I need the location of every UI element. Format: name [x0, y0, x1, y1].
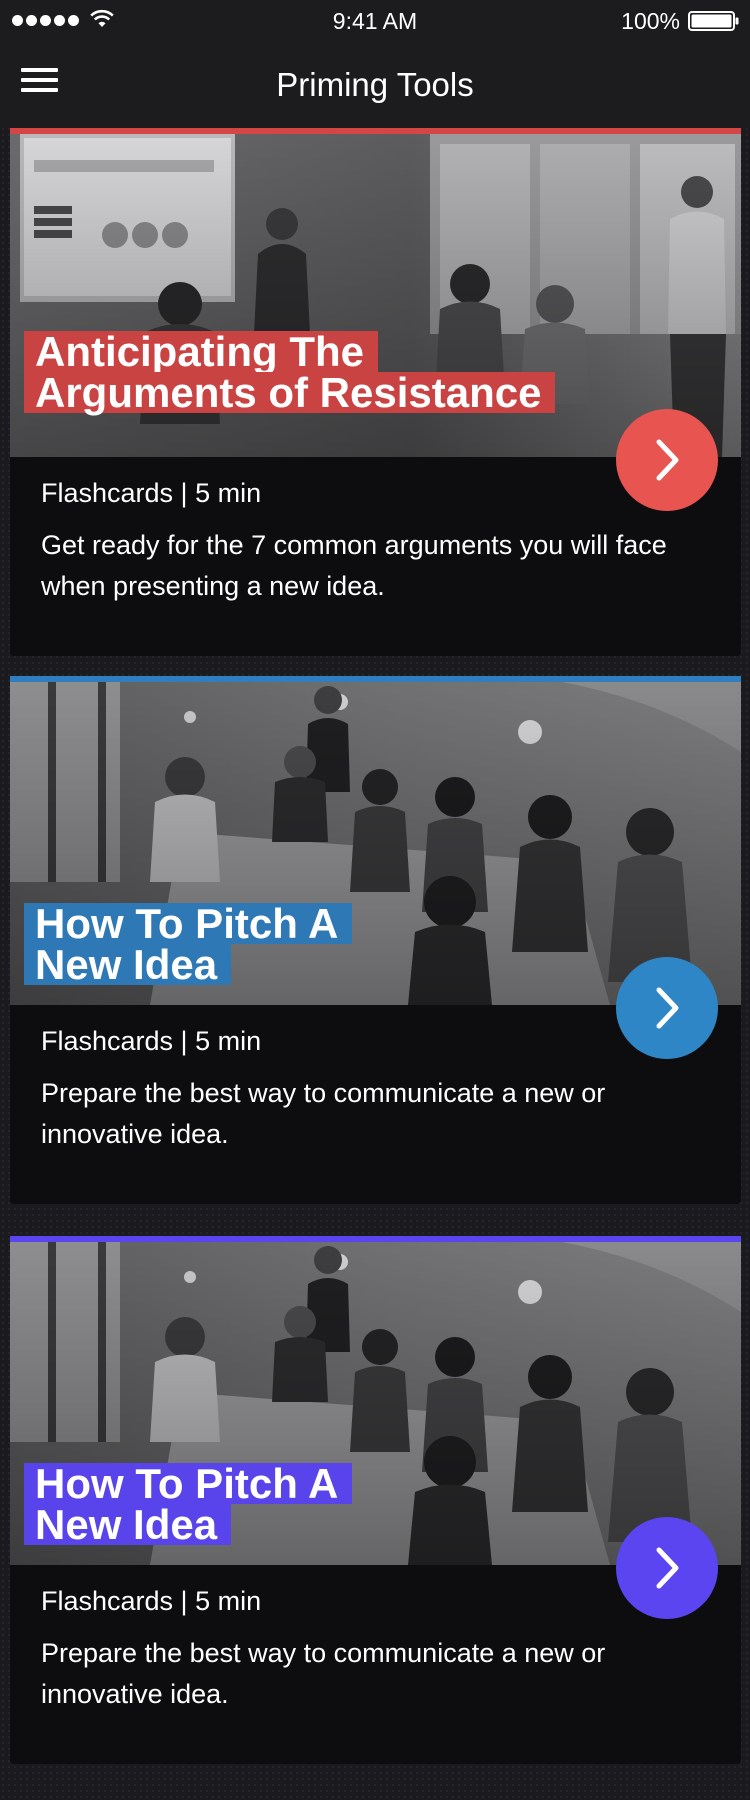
card-title: How To Pitch A New Idea — [24, 903, 353, 986]
chevron-right-icon — [656, 439, 679, 481]
card-title-line2: Arguments of Resistance — [24, 372, 556, 414]
status-bar: 9:41 AM 100% — [0, 0, 750, 42]
card-description: Get ready for the 7 common arguments you… — [41, 530, 667, 601]
card-title-line1: How To Pitch A — [24, 1463, 353, 1505]
tool-card[interactable]: Anticipating The Arguments of Resistance… — [10, 128, 741, 656]
card-meta: Flashcards | 5 min — [41, 1026, 262, 1056]
card-title-line1: How To Pitch A — [24, 903, 353, 945]
battery-icon — [688, 11, 739, 31]
card-title-line1: Anticipating The — [24, 331, 378, 373]
page-title: Priming Tools — [276, 66, 474, 103]
card-title-line2: New Idea — [24, 1504, 232, 1546]
open-card-button[interactable] — [616, 409, 718, 511]
card-title: How To Pitch A New Idea — [24, 1463, 353, 1546]
open-card-button[interactable] — [616, 957, 718, 1059]
tool-card[interactable]: How To Pitch A New Idea Flashcards | 5 m… — [10, 676, 741, 1204]
card-meta: Flashcards | 5 min — [41, 1586, 262, 1616]
navigation-bar: Priming Tools — [0, 42, 750, 128]
card-description: Prepare the best way to communicate a ne… — [41, 1078, 606, 1149]
card-description: Prepare the best way to communicate a ne… — [41, 1638, 606, 1709]
chevron-right-icon — [656, 987, 679, 1029]
tool-card[interactable]: How To Pitch A New Idea Flashcards | 5 m… — [10, 1236, 741, 1764]
card-title-line2: New Idea — [24, 944, 232, 986]
open-card-button[interactable] — [616, 1517, 718, 1619]
battery-percentage: 100% — [621, 8, 680, 34]
card-meta: Flashcards | 5 min — [41, 478, 262, 508]
card-title: Anticipating The Arguments of Resistance — [24, 331, 556, 414]
chevron-right-icon — [656, 1547, 679, 1589]
